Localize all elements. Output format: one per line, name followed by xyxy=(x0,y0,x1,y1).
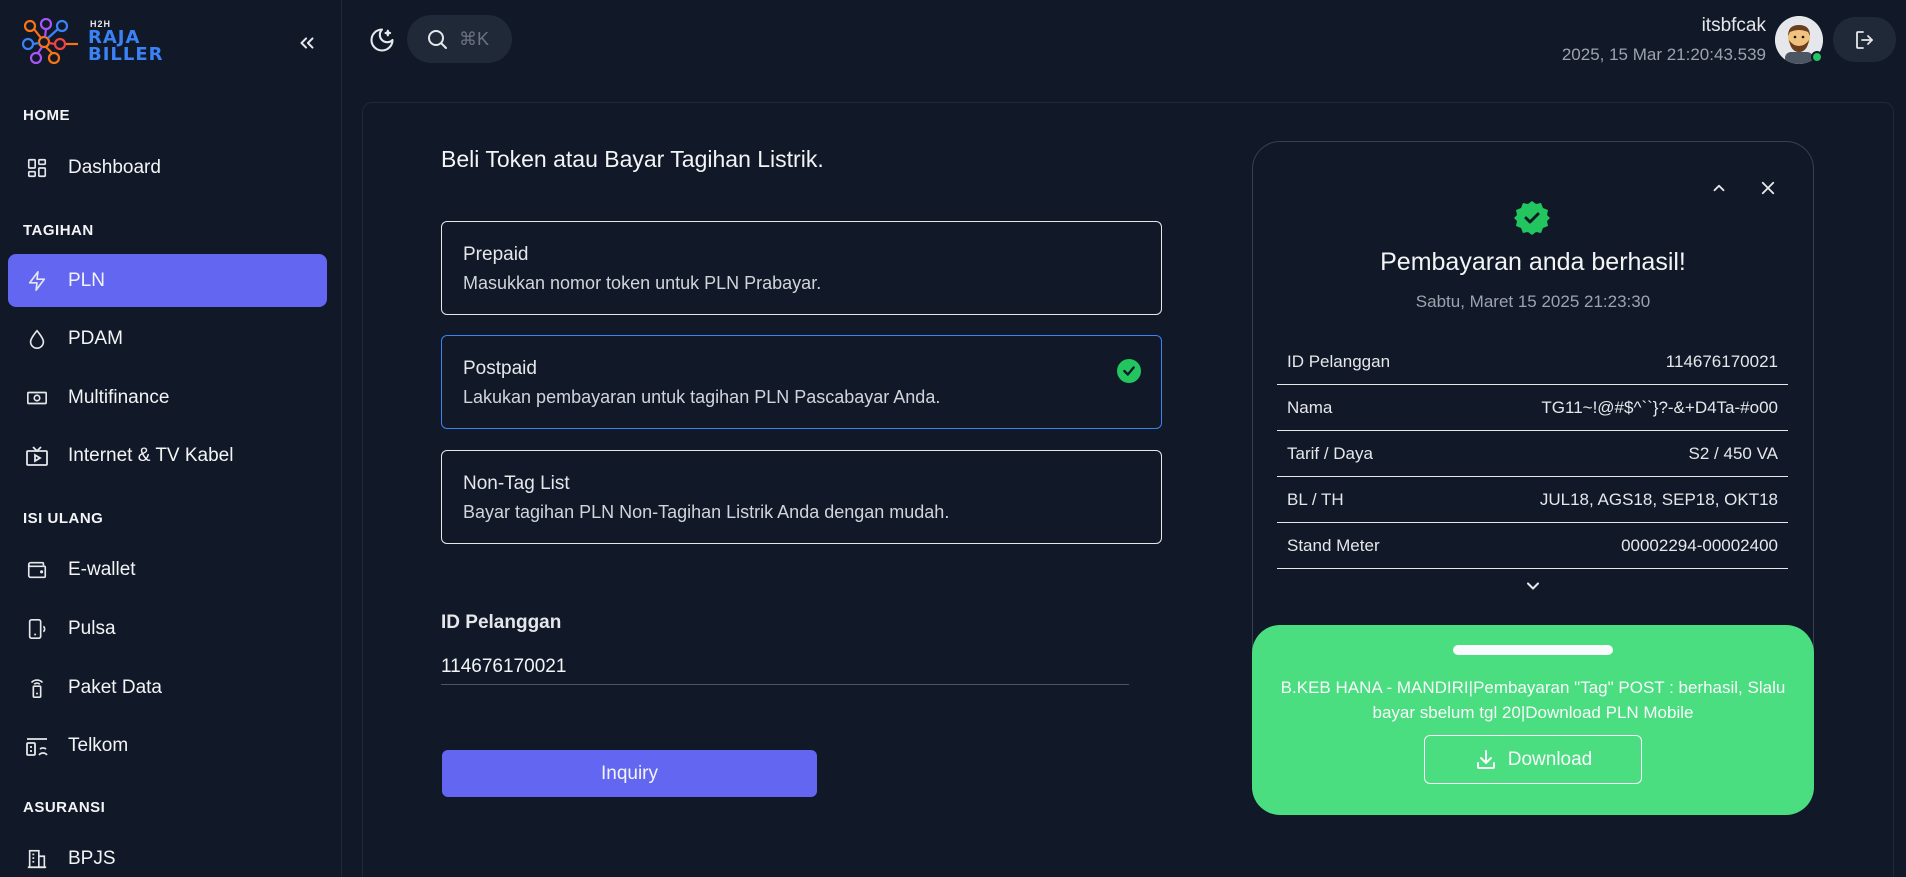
current-timestamp: 2025, 15 Mar 21:20:43.539 xyxy=(1561,45,1766,64)
download-label: Download xyxy=(1507,748,1593,770)
receipt-row-value: 00002294-00002400 xyxy=(1621,535,1778,555)
phone-icon xyxy=(24,616,50,642)
sidebar: H2H RAJA BILLER HOME Dashboard TAGIHAN P… xyxy=(0,0,342,877)
water-drop-icon xyxy=(24,326,50,352)
search-shortcut: ⌘K xyxy=(459,28,490,49)
banknote-icon xyxy=(24,385,50,411)
customer-id-label: ID Pelanggan xyxy=(441,612,562,633)
option-title: Non-Tag List xyxy=(463,473,570,494)
chevron-down-icon xyxy=(1526,582,1540,590)
sidebar-item-label: Telkom xyxy=(68,734,129,756)
sidebar-item-label: Multifinance xyxy=(68,386,170,408)
option-postpaid[interactable]: Postpaid Lakukan pembayaran untuk tagiha… xyxy=(441,335,1162,429)
logout-button[interactable] xyxy=(1833,17,1896,62)
inquiry-button[interactable]: Inquiry xyxy=(442,750,817,797)
chevron-up-icon xyxy=(1713,184,1725,192)
sidebar-item-internet-tv[interactable]: Internet & TV Kabel xyxy=(8,429,327,482)
payment-message: B.KEB HANA - MANDIRI|Pembayaran "Tag" PO… xyxy=(1280,678,1786,722)
telephone-icon xyxy=(24,733,50,759)
verified-badge-icon xyxy=(1514,201,1550,235)
option-non-tag-list[interactable]: Non-Tag List Bayar tagihan PLN Non-Tagih… xyxy=(441,450,1162,544)
user-name: itsbfcak xyxy=(1701,15,1766,36)
section-label-asuransi: ASURANSI xyxy=(23,799,106,816)
sidebar-item-ewallet[interactable]: E-wallet xyxy=(8,543,327,596)
receipt-row-label: ID Pelanggan xyxy=(1287,351,1391,371)
sidebar-item-label: PDAM xyxy=(68,327,123,349)
signal-tower-icon xyxy=(24,675,50,701)
logout-icon xyxy=(1855,30,1873,49)
search-icon xyxy=(428,30,447,49)
option-title: Postpaid xyxy=(463,358,537,379)
molecule-logo-icon xyxy=(22,18,78,64)
sidebar-item-pulsa[interactable]: Pulsa xyxy=(8,602,327,655)
wallet-icon xyxy=(24,557,50,583)
receipt-row: BL / TH JUL18, AGS18, SEP18, OKT18 xyxy=(1277,477,1788,523)
receipt-row-label: Stand Meter xyxy=(1287,535,1380,555)
customer-id-input[interactable] xyxy=(441,650,1129,685)
receipt-row: Tarif / Daya S2 / 450 VA xyxy=(1277,431,1788,477)
receipt-row: Stand Meter 00002294-00002400 xyxy=(1277,523,1788,569)
online-status-dot xyxy=(1811,51,1823,63)
brand-line2: BILLER xyxy=(88,43,164,65)
tv-icon xyxy=(24,443,50,469)
payment-date: Sabtu, Maret 15 2025 21:23:30 xyxy=(1415,292,1651,311)
search-button[interactable]: ⌘K xyxy=(407,15,512,63)
brand-line1: RAJA xyxy=(88,26,141,48)
option-title: Prepaid xyxy=(463,244,529,265)
payment-success-title: Pembayaran anda berhasil! xyxy=(1380,248,1686,276)
receipt-row-value: S2 / 450 VA xyxy=(1688,443,1778,463)
sidebar-item-pdam[interactable]: PDAM xyxy=(8,312,327,365)
option-description: Bayar tagihan PLN Non-Tagihan Listrik An… xyxy=(463,502,950,522)
building-icon xyxy=(24,846,50,872)
sidebar-item-pln[interactable]: PLN xyxy=(8,254,327,307)
sidebar-item-label: PLN xyxy=(68,269,105,291)
dashboard-icon xyxy=(24,155,50,181)
collapse-receipt-button[interactable] xyxy=(1707,176,1731,200)
receipt-row-label: Nama xyxy=(1287,397,1333,417)
sidebar-item-label: Dashboard xyxy=(68,156,161,178)
page-title: Beli Token atau Bayar Tagihan Listrik. xyxy=(441,146,824,172)
receipt-row-label: Tarif / Daya xyxy=(1287,443,1373,463)
section-label-isi-ulang: ISI ULANG xyxy=(23,510,104,527)
receipt-row-value: TG11~!@#$^``}?-&+D4Ta-#o00 xyxy=(1541,397,1778,417)
sidebar-item-label: Paket Data xyxy=(68,676,162,698)
close-receipt-button[interactable] xyxy=(1756,176,1780,200)
download-button[interactable]: Download xyxy=(1424,735,1642,784)
moon-stars-icon xyxy=(370,28,394,52)
option-prepaid[interactable]: Prepaid Masukkan nomor token untuk PLN P… xyxy=(441,221,1162,315)
close-icon xyxy=(1761,181,1775,195)
sidebar-item-label: Internet & TV Kabel xyxy=(68,444,234,466)
sidebar-item-paket-data[interactable]: Paket Data xyxy=(8,661,327,714)
receipt-row-value: JUL18, AGS18, SEP18, OKT18 xyxy=(1539,489,1778,509)
receipt-row-label: BL / TH xyxy=(1287,489,1344,509)
receipt-row-value: 114676170021 xyxy=(1665,351,1778,371)
section-label-tagihan: TAGIHAN xyxy=(23,222,94,239)
drag-handle[interactable] xyxy=(1453,645,1613,655)
sidebar-item-label: Pulsa xyxy=(68,617,116,639)
option-description: Masukkan nomor token untuk PLN Prabayar. xyxy=(463,273,822,293)
sidebar-item-dashboard[interactable]: Dashboard xyxy=(8,141,327,194)
receipt-row: ID Pelanggan 114676170021 xyxy=(1277,339,1788,385)
sidebar-item-label: E-wallet xyxy=(68,558,136,580)
brand-logo[interactable]: H2H RAJA BILLER xyxy=(22,18,164,64)
theme-toggle-button[interactable] xyxy=(366,24,398,56)
double-chevron-left-icon xyxy=(300,37,314,49)
sidebar-item-bpjs[interactable]: BPJS xyxy=(8,832,327,877)
check-circle-icon xyxy=(1117,359,1141,383)
sidebar-item-telkom[interactable]: Telkom xyxy=(8,719,327,772)
receipt-row: Nama TG11~!@#$^``}?-&+D4Ta-#o00 xyxy=(1277,385,1788,431)
download-icon xyxy=(1476,749,1495,769)
collapse-sidebar-button[interactable] xyxy=(294,30,320,56)
expand-details-button[interactable] xyxy=(1520,574,1546,598)
lightning-icon xyxy=(24,268,50,294)
sidebar-item-multifinance[interactable]: Multifinance xyxy=(8,371,327,424)
option-description: Lakukan pembayaran untuk tagihan PLN Pas… xyxy=(463,387,941,407)
sidebar-item-label: BPJS xyxy=(68,847,116,869)
section-label-home: HOME xyxy=(23,107,70,124)
